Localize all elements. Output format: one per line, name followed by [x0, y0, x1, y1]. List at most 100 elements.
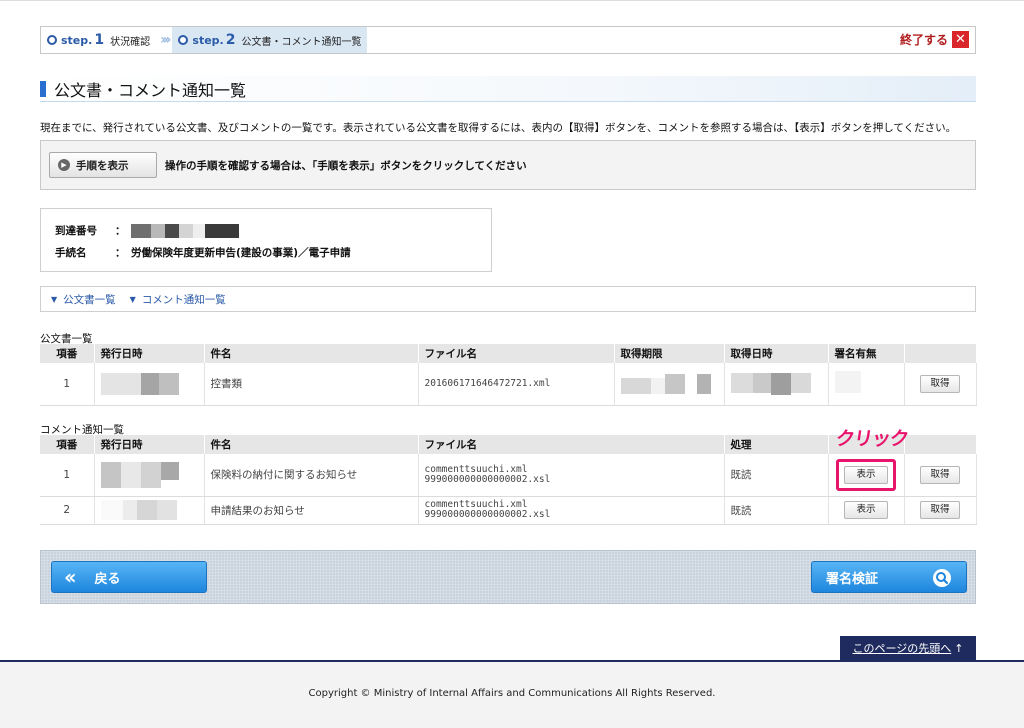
col-header: 取得日時 [724, 344, 829, 363]
arrow-up-icon: ↑ [954, 641, 964, 655]
status: 既読 [724, 454, 829, 497]
back-to-top-link[interactable]: このページの先頭へ ↑ [840, 636, 976, 660]
subject: 控書類 [204, 363, 419, 406]
click-callout: クリック [834, 428, 910, 450]
procedure-name-value: 労働保険年度更新申告(建設の事業)／電子申請 [131, 247, 351, 259]
copyright: Copyright © Ministry of Internal Affairs… [308, 688, 716, 699]
col-header: ファイル名 [418, 344, 615, 363]
get-button[interactable]: 取得 [920, 374, 960, 393]
col-header [904, 344, 977, 363]
get-button[interactable]: 取得 [920, 501, 960, 519]
page-description: 現在までに、発行されている公文書、及びコメントの一覧です。表示されている公文書を… [40, 122, 957, 134]
get-cell: 取得 [904, 454, 977, 497]
step-label: step. [192, 33, 224, 47]
step-bar: step. 1 状況確認 ››› step. 2 公文書・コメント通知一覧 終了… [40, 26, 976, 54]
step-name: 状況確認 [110, 36, 151, 48]
arrival-number-masked [131, 223, 239, 238]
table-row: 1 保険料の納付に関するお知らせ commenttsuuchi.xml 9990… [40, 454, 977, 497]
col-header: 項番 [40, 435, 95, 454]
back-button[interactable]: ‹‹ 戻る [51, 561, 207, 593]
row-number: 1 [40, 454, 95, 497]
step-number: 1 [94, 32, 105, 48]
anchor-documents[interactable]: ▼ 公文書一覧 [51, 292, 116, 307]
arrival-number-row: 到達番号 ： [55, 223, 239, 238]
procedure-name-row: 手続名 ： 労働保険年度更新申告(建設の事業)／電子申請 [55, 245, 351, 260]
row-number: 1 [40, 363, 95, 406]
subject: 申請結果のお知らせ [204, 496, 419, 525]
table-row: 1 控書類 201606171646472721.xml 取得 [40, 363, 977, 406]
double-chevron-left-icon: ‹‹ [64, 565, 77, 589]
anchor-label: コメント通知一覧 [141, 293, 226, 306]
issued-datetime-masked [94, 454, 205, 497]
verify-label: 署名検証 [826, 571, 879, 587]
col-header: 件名 [204, 435, 419, 454]
file-name-xsl: 999000000000000002.xsl [424, 473, 551, 485]
issued-datetime-masked [94, 496, 205, 525]
get-button[interactable]: 取得 [920, 465, 960, 484]
view-cell: 表示 [828, 496, 905, 525]
issued-datetime-masked [94, 363, 205, 406]
row-number: 2 [40, 496, 95, 525]
heading-bar [40, 80, 46, 97]
col-header [904, 435, 977, 454]
colon: ： [115, 247, 126, 259]
file-names: commenttsuuchi.xml 999000000000000002.xs… [418, 454, 725, 497]
verify-signature-button[interactable]: 署名検証 [811, 561, 967, 593]
col-header: 取得期限 [614, 344, 725, 363]
view-button[interactable]: 表示 [844, 501, 888, 519]
documents-table: 項番 発行日時 件名 ファイル名 取得期限 取得日時 署名有無 1 控書類 20… [40, 344, 977, 406]
procedure-name-label: 手続名 [55, 247, 87, 259]
arrival-number-label: 到達番号 [55, 225, 97, 237]
quit-label: 終了する [899, 33, 948, 47]
col-header: 署名有無 [828, 344, 905, 363]
procedure-box: ▶ 手順を表示 操作の手順を確認する場合は、「手順を表示」ボタンをクリックしてく… [40, 140, 976, 190]
table-header: 項番 発行日時 件名 ファイル名 取得期限 取得日時 署名有無 [40, 344, 977, 363]
col-header: 件名 [204, 344, 419, 363]
step-circle-icon [47, 35, 57, 45]
col-header: ファイル名 [418, 435, 725, 454]
triangle-down-icon: ▼ [129, 294, 136, 304]
deadline-masked [614, 363, 725, 406]
col-header: 発行日時 [94, 344, 205, 363]
colon: ： [115, 225, 126, 237]
page-title: 公文書・コメント通知一覧 [54, 80, 247, 100]
show-procedure-label: 手順を表示 [76, 159, 129, 172]
page-heading: 公文書・コメント通知一覧 [40, 76, 976, 102]
anchor-comments[interactable]: ▼ コメント通知一覧 [130, 292, 226, 307]
click-highlight: 表示 [836, 458, 896, 491]
action-bar: ‹‹ 戻る 署名検証 [40, 550, 976, 604]
view-cell: 表示 [828, 454, 905, 497]
anchor-label: 公文書一覧 [63, 293, 116, 306]
step-chevron-icon: ››› [160, 32, 171, 48]
close-icon: ✕ [952, 31, 969, 48]
view-button[interactable]: 表示 [844, 465, 888, 484]
step-label: step. [61, 33, 93, 47]
magnifier-icon [933, 569, 951, 587]
step-number: 2 [225, 32, 236, 48]
file-name-xsl: 999000000000000002.xsl [424, 509, 551, 520]
procedure-text: 操作の手順を確認する場合は、「手順を表示」ボタンをクリックしてください [165, 160, 527, 172]
step-name: 公文書・コメント通知一覧 [241, 36, 362, 48]
application-info: 到達番号 ： 手続名 ： 労働保険年度更新申告(建設の事業)／電子申請 [40, 208, 492, 272]
step-2: step. 2 公文書・コメント通知一覧 [172, 27, 368, 53]
step-1: step. 1 状況確認 [41, 27, 156, 53]
get-cell: 取得 [904, 363, 977, 406]
col-header: 項番 [40, 344, 95, 363]
obtained-datetime-masked [724, 363, 829, 406]
play-icon: ▶ [58, 159, 70, 171]
anchor-links: ▼ 公文書一覧 ▼ コメント通知一覧 [40, 286, 976, 312]
file-name: 201606171646472721.xml [418, 363, 615, 406]
col-header: 発行日時 [94, 435, 205, 454]
step-circle-icon [178, 35, 189, 45]
file-names: commenttsuuchi.xml 999000000000000002.xs… [418, 496, 725, 525]
signature-masked [828, 363, 905, 406]
back-label: 戻る [94, 571, 121, 587]
col-header: 処理 [724, 435, 829, 454]
table-row: 2 申請結果のお知らせ commenttsuuchi.xml 999000000… [40, 496, 977, 525]
subject: 保険料の納付に関するお知らせ [204, 454, 419, 497]
show-procedure-button[interactable]: ▶ 手順を表示 [49, 152, 157, 178]
quit-button[interactable]: 終了する ✕ [900, 31, 969, 48]
footer: Copyright © Ministry of Internal Affairs… [0, 662, 1024, 728]
triangle-down-icon: ▼ [51, 294, 58, 304]
back-to-top-label: このページの先頭へ [852, 642, 952, 655]
